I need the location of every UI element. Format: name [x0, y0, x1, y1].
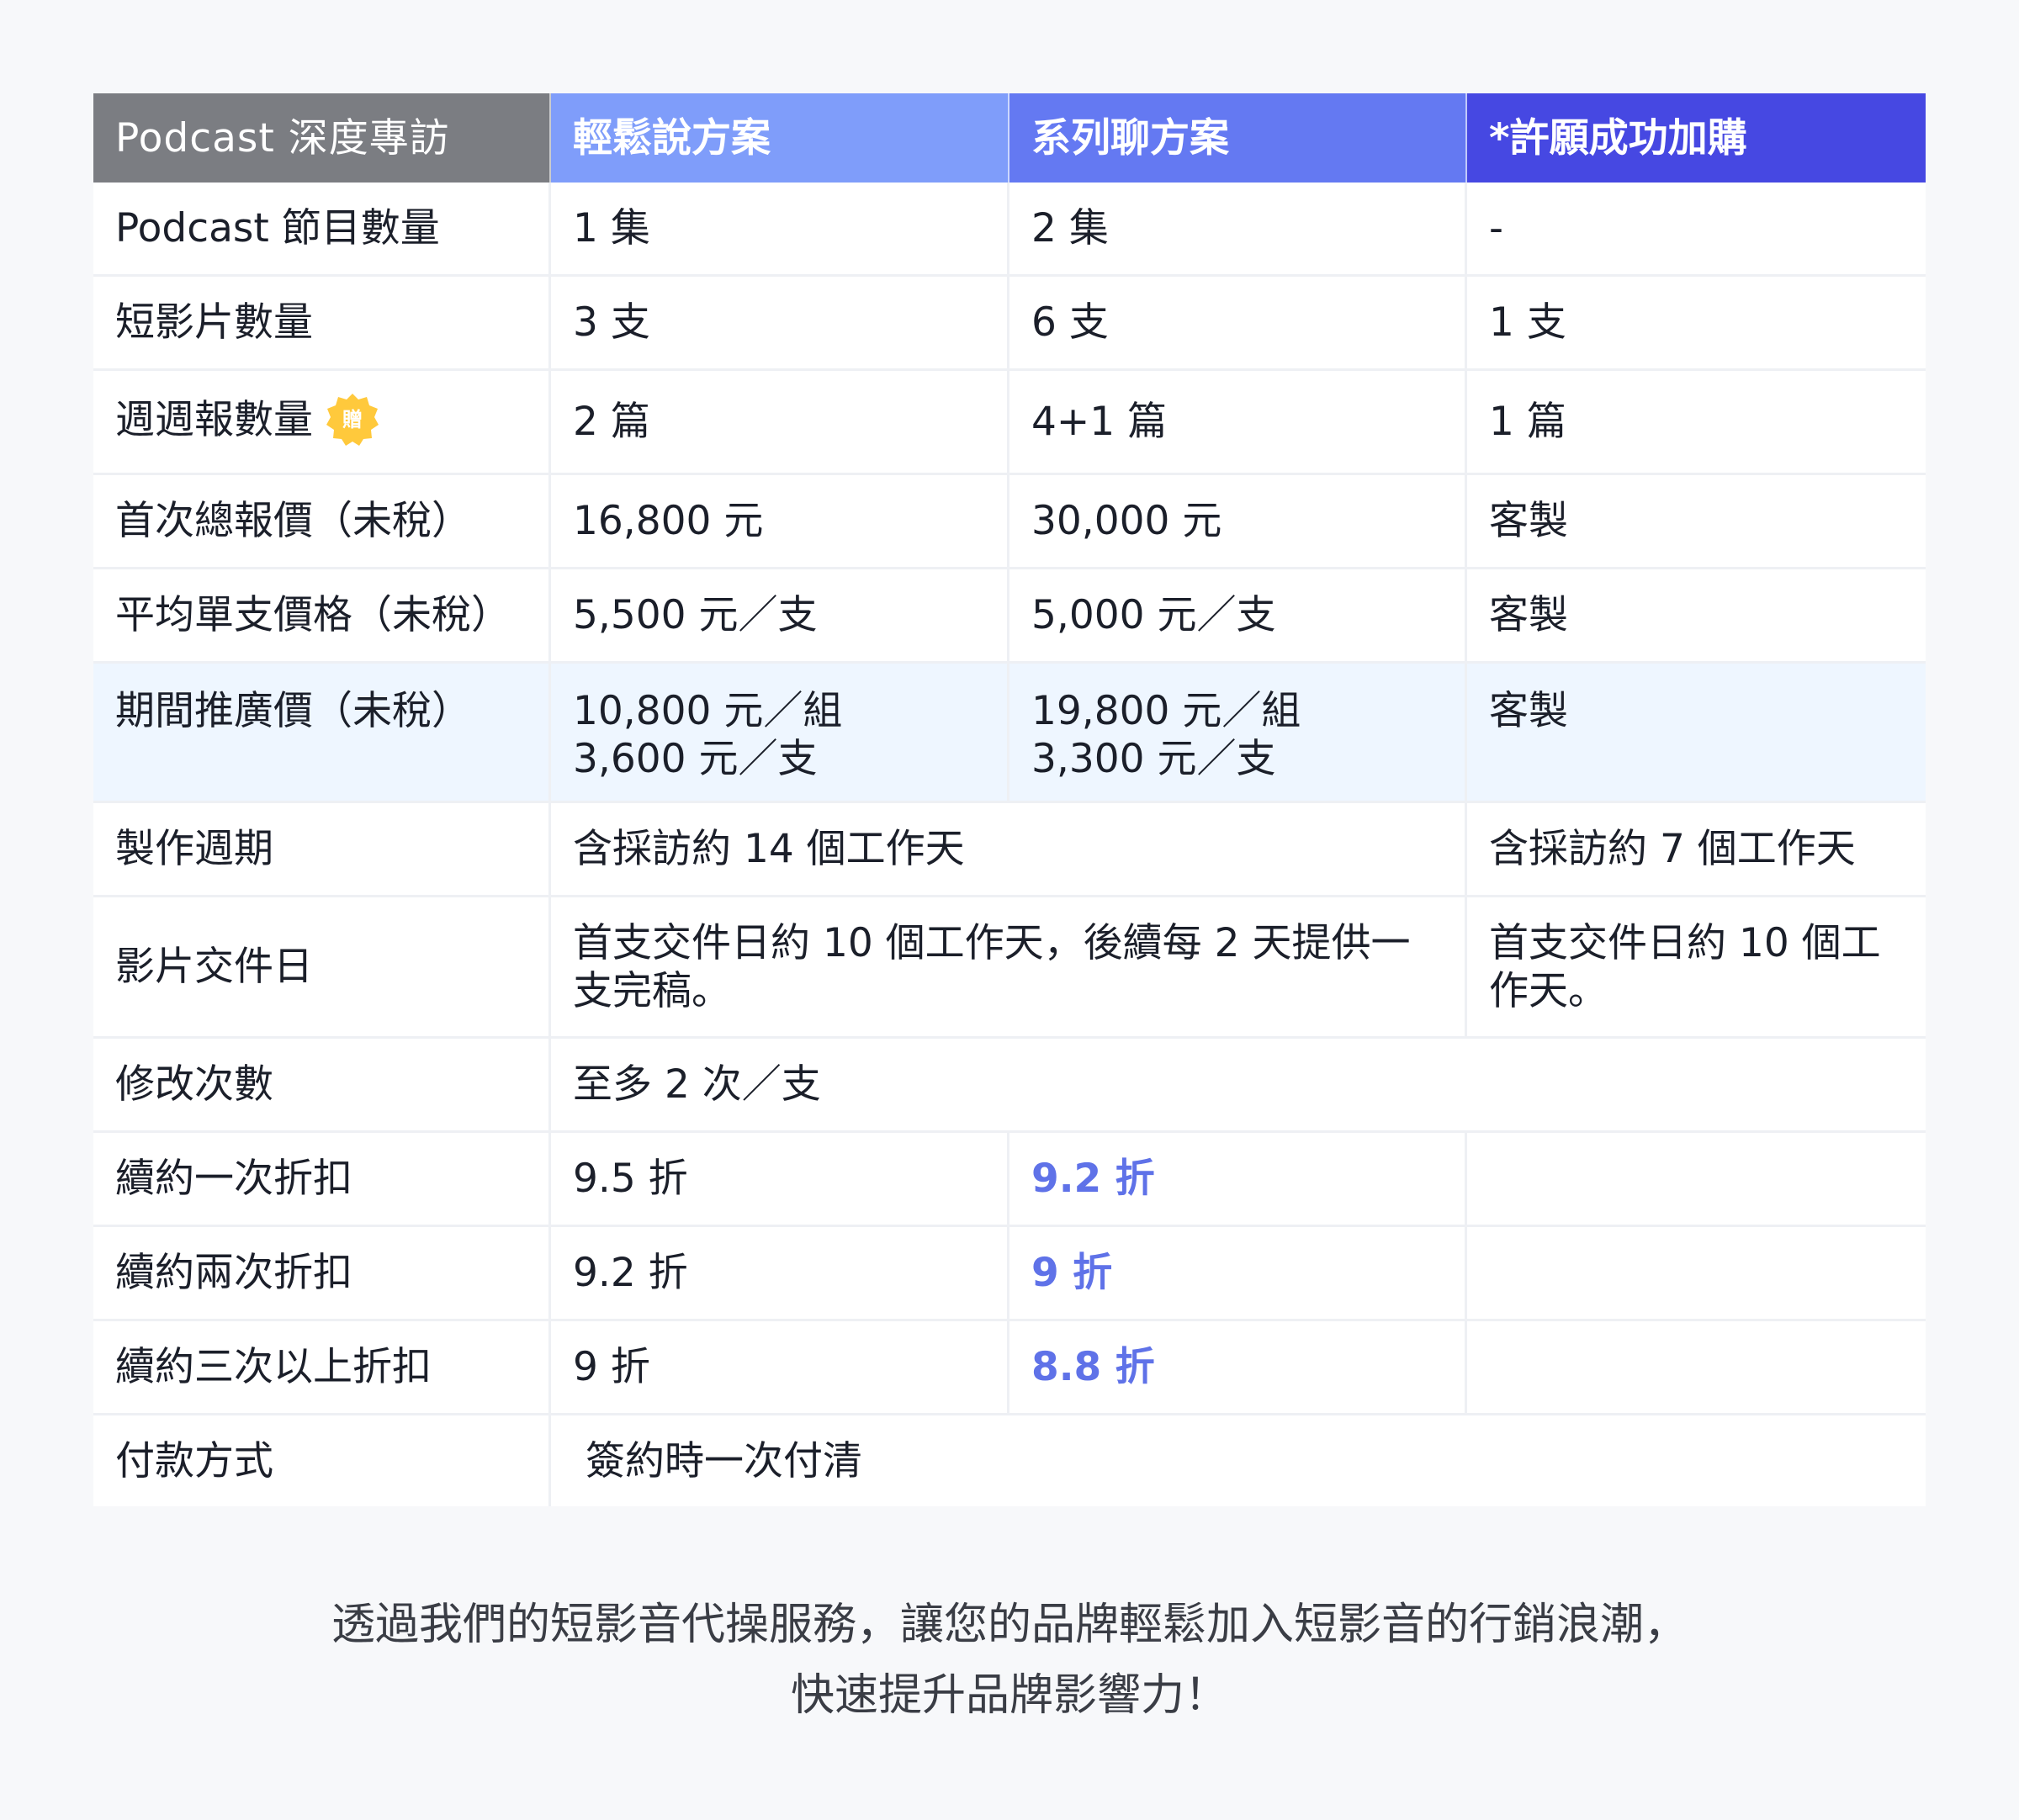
promo-unit-price: 3,600 元／支 — [573, 736, 818, 782]
table-row-weekly: 週週報數量 贈 2 篇 4+1 篇 1 篇 — [93, 371, 1926, 475]
cell-addon: 客製 — [1467, 664, 1926, 803]
cell-plan-b: 4+1 篇 — [1010, 371, 1467, 475]
seal-badge-icon: 贈 — [325, 392, 380, 447]
tagline-line-1: 透過我們的短影音代操服務，讓您的品牌輕鬆加入短影音的行銷浪潮， — [331, 1600, 1688, 1650]
cell-addon: 1 支 — [1467, 277, 1926, 371]
table-row-renew-2: 續約兩次折扣 9.2 折 9 折 — [93, 1227, 1926, 1321]
cell-plan-a: 10,800 元／組 3,600 元／支 — [551, 664, 1010, 803]
cell-plan-b: 9.2 折 — [1010, 1133, 1467, 1227]
delivery-line-2: 支完稿。 — [573, 967, 731, 1014]
table-row-payment: 付款方式 簽約時一次付清 — [93, 1415, 1926, 1506]
row-label: 首次總報價（未稅） — [93, 475, 551, 569]
pricing-comparison-table: Podcast 深度專訪 輕鬆說方案 系列聊方案 *許願成功加購 Podcast… — [93, 93, 1926, 1506]
row-label: 短影片數量 — [93, 277, 551, 371]
cell-plan-a: 9.5 折 — [551, 1133, 1010, 1227]
table-row-renew-3: 續約三次以上折扣 9 折 8.8 折 — [93, 1321, 1926, 1415]
cell-all-plans: 簽約時一次付清 — [551, 1415, 1926, 1506]
table-header-row: Podcast 深度專訪 輕鬆說方案 系列聊方案 *許願成功加購 — [93, 93, 1926, 183]
cell-addon — [1467, 1321, 1926, 1415]
row-label: 影片交件日 — [93, 897, 551, 1039]
cell-addon: 含採訪約 7 個工作天 — [1467, 803, 1926, 897]
table-row-cycle: 製作週期 含採訪約 14 個工作天 含採訪約 7 個工作天 — [93, 803, 1926, 897]
delivery-line-1: 首支交件日約 10 個工 — [1489, 919, 1881, 966]
cell-plan-b: 19,800 元／組 3,300 元／支 — [1010, 664, 1467, 803]
delivery-line-2: 作天。 — [1489, 967, 1608, 1014]
cell-plan-a: 5,500 元／支 — [551, 569, 1010, 664]
promo-set-price: 10,800 元／組 — [573, 688, 843, 734]
header-plan-easy-talk: 輕鬆說方案 — [551, 93, 1010, 183]
cell-plan-b: 5,000 元／支 — [1010, 569, 1467, 664]
header-wish-addon: *許願成功加購 — [1467, 93, 1926, 183]
cell-plan-a: 2 篇 — [551, 371, 1010, 475]
row-label: 期間推廣價（未稅） — [93, 664, 551, 803]
promo-unit-price: 3,300 元／支 — [1031, 736, 1276, 782]
row-label-cell: 週週報數量 贈 — [93, 371, 551, 475]
cell-plan-b: 30,000 元 — [1010, 475, 1467, 569]
cell-addon: 1 篇 — [1467, 371, 1926, 475]
table-row-episodes: Podcast 節目數量 1 集 2 集 - — [93, 183, 1926, 277]
cell-plan-b: 9 折 — [1010, 1227, 1467, 1321]
cell-plan-b: 8.8 折 — [1010, 1321, 1467, 1415]
delivery-line-1: 首支交件日約 10 個工作天，後續每 2 天提供一 — [573, 919, 1411, 966]
cell-plan-a: 1 集 — [551, 183, 1010, 277]
row-label: 平均單支價格（未稅） — [93, 569, 551, 664]
cell-plan-a: 3 支 — [551, 277, 1010, 371]
cell-addon — [1467, 1227, 1926, 1321]
cell-plan-a: 16,800 元 — [551, 475, 1010, 569]
table-row-promo-price: 期間推廣價（未稅） 10,800 元／組 3,600 元／支 19,800 元／… — [93, 664, 1926, 803]
header-podcast-interview: Podcast 深度專訪 — [93, 93, 551, 183]
header-plan-series-chat: 系列聊方案 — [1010, 93, 1467, 183]
cell-addon — [1467, 1133, 1926, 1227]
promo-set-price: 19,800 元／組 — [1031, 688, 1301, 734]
gift-badge-text: 贈 — [342, 408, 363, 432]
table-row-renew-1: 續約一次折扣 9.5 折 9.2 折 — [93, 1133, 1926, 1227]
row-label: 續約三次以上折扣 — [93, 1321, 551, 1415]
row-label: 付款方式 — [93, 1415, 551, 1506]
row-label: 製作週期 — [93, 803, 551, 897]
cell-addon: 客製 — [1467, 569, 1926, 664]
pricing-table-container: Podcast 深度專訪 輕鬆說方案 系列聊方案 *許願成功加購 Podcast… — [93, 93, 1926, 1506]
cell-plan-b: 6 支 — [1010, 277, 1467, 371]
table-row-delivery: 影片交件日 首支交件日約 10 個工作天，後續每 2 天提供一 支完稿。 首支交… — [93, 897, 1926, 1039]
table-row-unit-price: 平均單支價格（未稅） 5,500 元／支 5,000 元／支 客製 — [93, 569, 1926, 664]
cell-plans-ab: 含採訪約 14 個工作天 — [551, 803, 1467, 897]
row-label: Podcast 節目數量 — [93, 183, 551, 277]
table-row-revisions: 修改次數 至多 2 次／支 — [93, 1039, 1926, 1133]
cell-addon: - — [1467, 183, 1926, 277]
cell-all-plans: 至多 2 次／支 — [551, 1039, 1926, 1133]
row-label: 週週報數量 — [115, 396, 313, 443]
row-label: 續約兩次折扣 — [93, 1227, 551, 1321]
cell-plan-a: 9 折 — [551, 1321, 1010, 1415]
tagline-line-2: 快速提升品牌影響力！ — [790, 1670, 1228, 1721]
tagline: 透過我們的短影音代操服務，讓您的品牌輕鬆加入短影音的行銷浪潮， 快速提升品牌影響… — [0, 1590, 2019, 1731]
row-label: 續約一次折扣 — [93, 1133, 551, 1227]
cell-plan-b: 2 集 — [1010, 183, 1467, 277]
table-row-total-price: 首次總報價（未稅） 16,800 元 30,000 元 客製 — [93, 475, 1926, 569]
cell-addon: 首支交件日約 10 個工 作天。 — [1467, 897, 1926, 1039]
row-label: 修改次數 — [93, 1039, 551, 1133]
table-row-shorts: 短影片數量 3 支 6 支 1 支 — [93, 277, 1926, 371]
cell-plans-ab: 首支交件日約 10 個工作天，後續每 2 天提供一 支完稿。 — [551, 897, 1467, 1039]
cell-addon: 客製 — [1467, 475, 1926, 569]
cell-plan-a: 9.2 折 — [551, 1227, 1010, 1321]
